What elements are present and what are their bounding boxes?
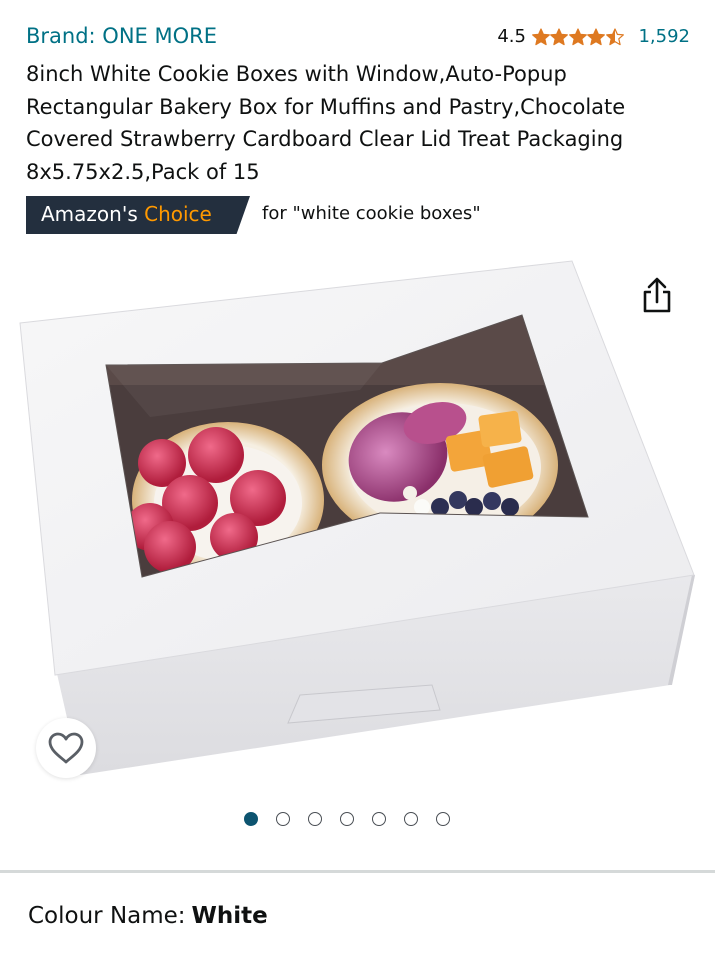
rating-summary[interactable]: 4.5 1,592: [497, 26, 690, 47]
star-icon: [587, 27, 606, 45]
colour-selector: Colour Name: White: [28, 903, 268, 929]
rating-value: 4.5: [497, 26, 526, 47]
colour-value: White: [191, 903, 268, 929]
amazons-choice-badge[interactable]: Amazon's Choice: [26, 196, 250, 234]
carousel-pagination: [244, 812, 450, 826]
review-count-link[interactable]: 1,592: [638, 26, 690, 47]
badge-accent: Choice: [144, 202, 212, 226]
add-to-favorites-button[interactable]: [36, 718, 96, 778]
carousel-dot[interactable]: [404, 812, 418, 826]
share-icon: [643, 277, 671, 313]
badge-prefix: Amazon's: [41, 202, 145, 226]
product-image[interactable]: [0, 245, 715, 790]
badge-query: for "white cookie boxes": [262, 203, 481, 224]
star-icon: [550, 27, 569, 45]
star-icon: [532, 27, 550, 45]
header-row: Brand: ONE MORE 4.5 1,592: [26, 22, 690, 54]
star-rating: [532, 27, 625, 46]
product-image-carousel[interactable]: [0, 245, 715, 790]
star-icon: [606, 27, 624, 45]
share-button[interactable]: [636, 272, 678, 316]
star-icon: [569, 27, 587, 45]
heart-outline-icon: [48, 732, 84, 764]
carousel-dot[interactable]: [244, 812, 258, 826]
carousel-dot[interactable]: [436, 812, 450, 826]
carousel-dot[interactable]: [340, 812, 354, 826]
carousel-dot[interactable]: [276, 812, 290, 826]
brand-link[interactable]: Brand: ONE MORE: [26, 24, 217, 48]
product-title: 8inch White Cookie Boxes with Window,Aut…: [26, 62, 626, 184]
colour-label: Colour Name:: [28, 903, 186, 929]
badge-text: Amazon's Choice: [41, 202, 212, 226]
section-divider: [0, 870, 715, 873]
carousel-dot[interactable]: [372, 812, 386, 826]
carousel-dot[interactable]: [308, 812, 322, 826]
